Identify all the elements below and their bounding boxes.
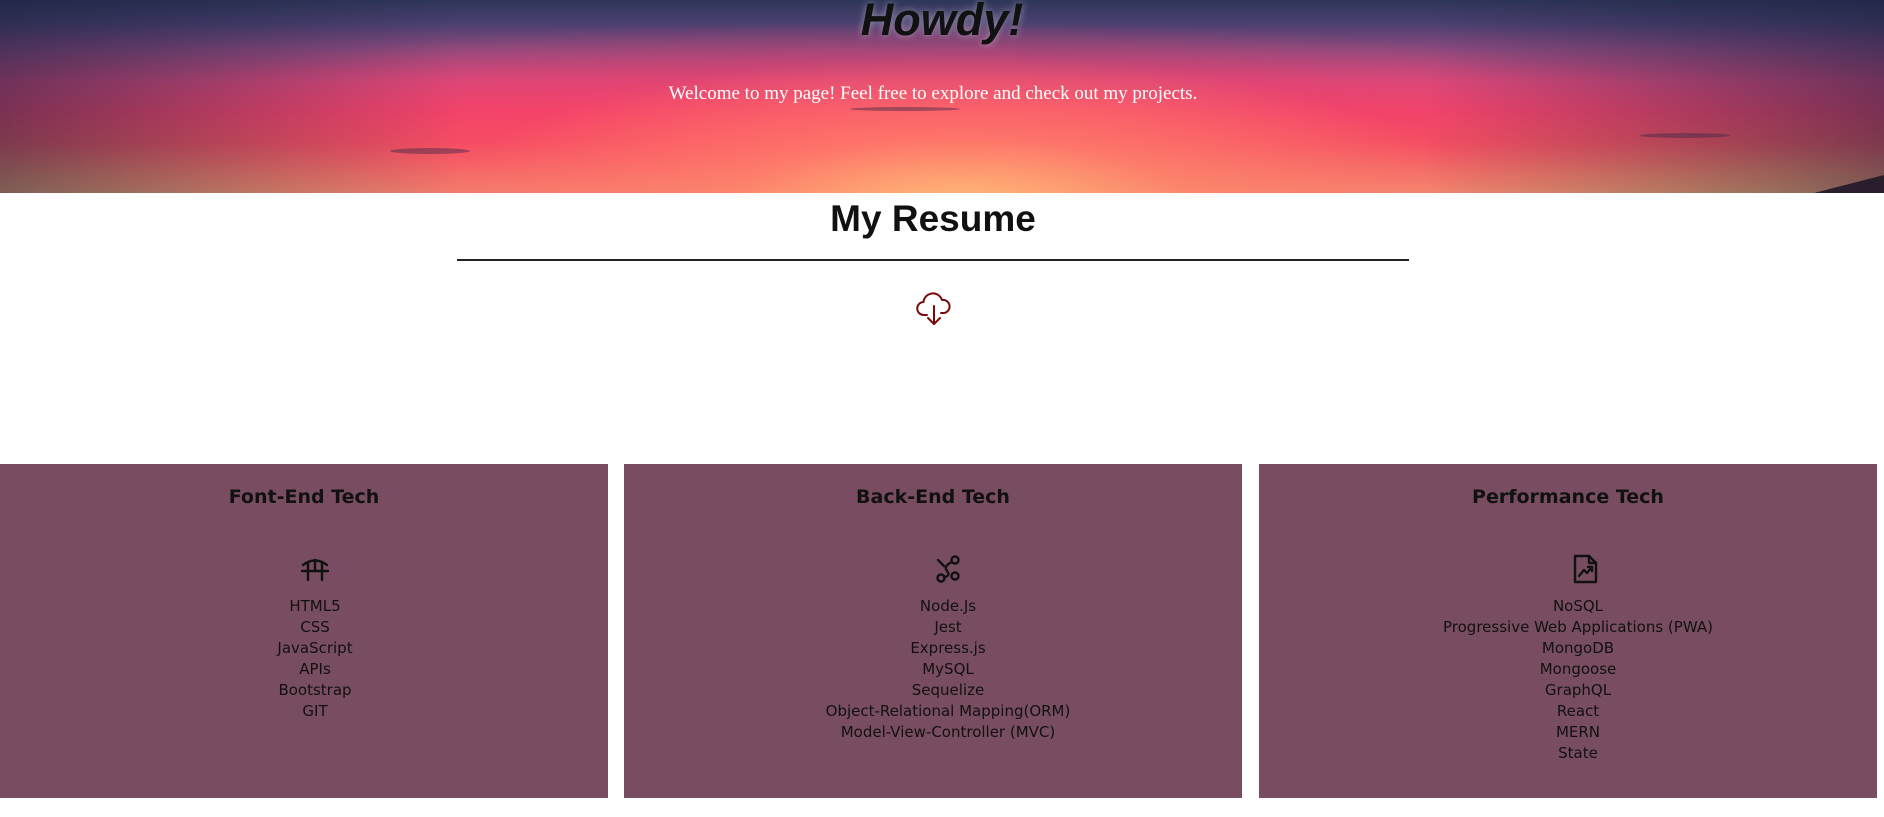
list-item: Jest	[934, 618, 962, 636]
resume-divider	[457, 259, 1409, 261]
list-item: MERN	[1555, 723, 1601, 741]
resume-download-link[interactable]	[916, 290, 952, 328]
hero-subtitle: Welcome to my page! Feel free to explore…	[668, 83, 1198, 104]
list-item: Node.Js	[919, 597, 977, 615]
list-item: React	[1556, 702, 1600, 720]
back-end-tech-card: Back-End Tech Node.Js Jest Express.js My…	[624, 464, 1242, 798]
hero-banner: Howdy! Welcome to my page! Feel free to …	[0, 0, 1884, 193]
list-item: Mongoose	[1539, 660, 1617, 678]
front-end-tech-card: Font-End Tech HTML5 CSS JavaScript APIs …	[0, 464, 608, 798]
front-end-tech-list: HTML5 CSS JavaScript APIs Bootstrap GIT	[214, 596, 416, 722]
file-chart-icon	[1573, 554, 1598, 584]
bezier-curve-icon	[936, 555, 960, 583]
hero-title: Howdy!	[860, 0, 1024, 45]
list-item: GIT	[302, 702, 328, 720]
performance-tech-list: NoSQL Progressive Web Applications (PWA)…	[1436, 596, 1720, 764]
performance-tech-card: Performance Tech NoSQL Progressive Web A…	[1259, 464, 1877, 798]
mountain-silhouette	[1814, 175, 1884, 193]
cloud-streak	[1640, 133, 1730, 138]
card-title: Performance Tech	[1472, 486, 1664, 508]
list-item: MySQL	[922, 660, 974, 678]
list-item: Progressive Web Applications (PWA)	[1443, 618, 1713, 636]
list-item: NoSQL	[1552, 597, 1604, 615]
resume-title: My Resume	[830, 198, 1036, 239]
list-item: JavaScript	[277, 639, 353, 657]
list-item: GraphQL	[1544, 681, 1612, 699]
cloud-streak	[390, 148, 470, 154]
back-end-tech-list: Node.Js Jest Express.js MySQL Sequelize …	[820, 596, 1076, 743]
card-title: Back-End Tech	[856, 486, 1010, 508]
bridge-icon	[300, 558, 330, 582]
list-item: Sequelize	[911, 681, 985, 699]
card-title: Font-End Tech	[228, 486, 380, 508]
list-item: MongoDB	[1541, 639, 1615, 657]
list-item: HTML5	[289, 597, 341, 615]
cloud-streak	[850, 107, 960, 111]
list-item: Object-Relational Mapping(ORM)	[825, 702, 1071, 720]
list-item: CSS	[300, 618, 330, 636]
list-item: APIs	[299, 660, 331, 678]
cloud-download-icon	[916, 292, 951, 325]
list-item: State	[1558, 744, 1598, 762]
list-item: Express.js	[910, 639, 986, 657]
list-item: Bootstrap	[278, 681, 352, 699]
list-item: Model-View-Controller (MVC)	[840, 723, 1056, 741]
